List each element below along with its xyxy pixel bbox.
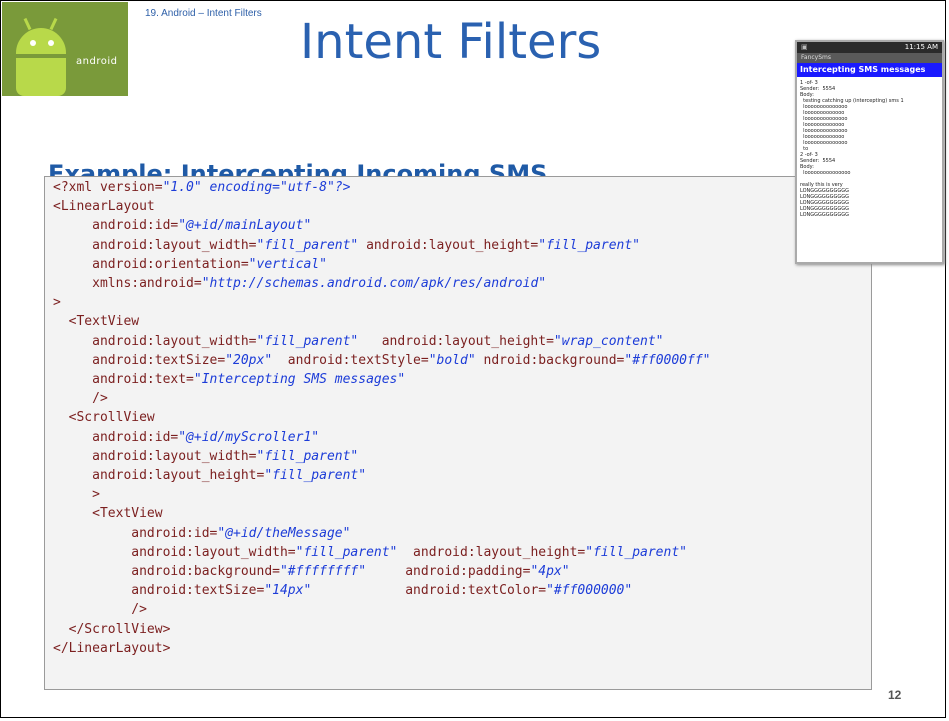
code-token: <TextView xyxy=(53,506,163,522)
code-token: </ScrollView> xyxy=(53,621,171,637)
code-line: android:layout_width="fill_parent" andro… xyxy=(53,236,710,255)
code-line: android:textSize="20px" android:textStyl… xyxy=(53,351,710,370)
code-value: "#ff0000ff" xyxy=(624,352,711,368)
code-line: <ScrollView xyxy=(53,408,710,427)
code-line: android:layout_height="fill_parent" xyxy=(53,466,710,485)
code-line: android:layout_width="fill_parent" andro… xyxy=(53,543,710,562)
app-title: FancySms xyxy=(797,53,942,63)
code-value: "4px" xyxy=(530,564,570,580)
code-token: /> xyxy=(53,391,108,407)
code-token: android:layout_width= xyxy=(53,448,257,464)
slide-title: Intent Filters xyxy=(300,14,602,70)
code-line: android:text="Intercepting SMS messages" xyxy=(53,370,710,389)
code-value: "fill_parent" xyxy=(585,544,687,560)
code-line: <TextView xyxy=(53,312,710,331)
logo-wordmark: android xyxy=(76,56,118,67)
code-line: <LinearLayout xyxy=(53,197,710,216)
code-value: "@+id/myScroller1" xyxy=(178,429,320,445)
code-token: /> xyxy=(53,602,147,618)
message-text: 1 -of- 3 Sender: 5554 Body: testing catc… xyxy=(800,80,904,218)
code-token: android:layout_width= xyxy=(53,237,257,253)
robot-body-icon xyxy=(16,58,66,96)
code-token: android:orientation= xyxy=(53,256,249,272)
code-line: > xyxy=(53,485,710,504)
code-value: "#ffffffff" xyxy=(279,564,367,580)
app-header: Intercepting SMS messages xyxy=(797,63,942,77)
code-token: ndroid:background= xyxy=(475,352,625,368)
android-logo: android xyxy=(2,2,128,96)
code-token: <?xml version= xyxy=(53,180,163,195)
code-value: "fill_parent" xyxy=(295,544,398,560)
antenna-right-icon xyxy=(49,17,58,31)
code-line: android:layout_width="fill_parent" xyxy=(53,447,710,466)
breadcrumb: 19. Android – Intent Filters xyxy=(145,8,262,19)
code-line: android:id="@+id/mainLayout" xyxy=(53,216,710,235)
code-value: "vertical" xyxy=(248,256,327,272)
code-token: <ScrollView xyxy=(53,410,155,426)
code-line: </LinearLayout> xyxy=(53,639,710,658)
code-line: > xyxy=(53,293,710,312)
code-line: android:background="#ffffffff" android:p… xyxy=(53,562,710,581)
phone-screenshot: ▣ 11:15 AM FancySms Intercepting SMS mess… xyxy=(795,40,944,264)
code-value: "fill_parent" xyxy=(256,237,359,253)
code-token: android:textColor= xyxy=(311,583,547,599)
code-token: android:background= xyxy=(53,564,280,580)
code-value: "20px" xyxy=(225,352,273,368)
code-line: </ScrollView> xyxy=(53,620,710,639)
code-token: android:id= xyxy=(53,525,218,541)
code-value: "bold" xyxy=(428,352,476,368)
xml-code: <?xml version="1.0" encoding="utf-8"?> <L… xyxy=(53,178,710,658)
code-line: <?xml version="1.0" encoding="utf-8"?> xyxy=(53,178,710,197)
code-value: "fill_parent" xyxy=(256,333,359,349)
code-value: "#ff000000" xyxy=(546,583,633,599)
code-line: android:textSize="14px" android:textColo… xyxy=(53,581,710,600)
code-value: encoding="utf-8"?> xyxy=(209,180,351,195)
code-token: android:layout_height= xyxy=(358,237,539,253)
status-time: 11:15 AM xyxy=(904,43,938,51)
code-value: "Intercepting SMS messages" xyxy=(193,372,406,388)
code-token: android:id= xyxy=(53,429,179,445)
code-token: android:text= xyxy=(53,372,194,388)
notification-icon: ▣ xyxy=(801,43,808,51)
code-line: /> xyxy=(53,600,710,619)
code-token: android:textStyle= xyxy=(272,352,429,368)
code-token: android:padding= xyxy=(366,564,531,580)
code-token: > xyxy=(53,295,61,311)
code-token: android:layout_height= xyxy=(397,544,586,560)
code-token: android:id= xyxy=(53,218,179,234)
code-line: android:orientation="vertical" xyxy=(53,255,710,274)
code-line: android:id="@+id/myScroller1" xyxy=(53,428,710,447)
code-line: /> xyxy=(53,389,710,408)
code-value: "1.0" xyxy=(162,180,202,195)
antenna-left-icon xyxy=(23,17,32,31)
code-value: "@+id/mainLayout" xyxy=(178,218,312,234)
code-value: "http://schemas.android.com/apk/res/andr… xyxy=(201,276,547,292)
code-token: <TextView xyxy=(53,314,140,330)
code-token: xmlns:android= xyxy=(53,276,202,292)
code-token: android:layout_height= xyxy=(358,333,554,349)
code-token: > xyxy=(53,487,100,503)
code-token: android:layout_width= xyxy=(53,333,257,349)
code-line: android:id="@+id/theMessage" xyxy=(53,524,710,543)
code-token: android:layout_height= xyxy=(53,468,265,484)
code-line: xmlns:android="http://schemas.android.co… xyxy=(53,274,710,293)
status-bar: ▣ 11:15 AM xyxy=(797,42,942,53)
code-value: "fill_parent" xyxy=(256,448,359,464)
code-token: android:layout_width= xyxy=(53,544,296,560)
code-token: <LinearLayout xyxy=(53,199,155,215)
code-value: "14px" xyxy=(264,583,312,599)
code-value: "wrap_content" xyxy=(553,333,664,349)
robot-head-icon xyxy=(16,28,66,54)
code-value: "fill_parent" xyxy=(538,237,641,253)
code-token: android:textSize= xyxy=(53,583,265,599)
code-token: </LinearLayout> xyxy=(53,640,171,656)
code-token: android:textSize= xyxy=(53,352,226,368)
page-number: 12 xyxy=(888,688,902,702)
code-value: "@+id/theMessage" xyxy=(217,525,351,541)
code-line: <TextView xyxy=(53,504,710,523)
code-value: "fill_parent" xyxy=(264,468,367,484)
code-line: android:layout_width="fill_parent" andro… xyxy=(53,332,710,351)
